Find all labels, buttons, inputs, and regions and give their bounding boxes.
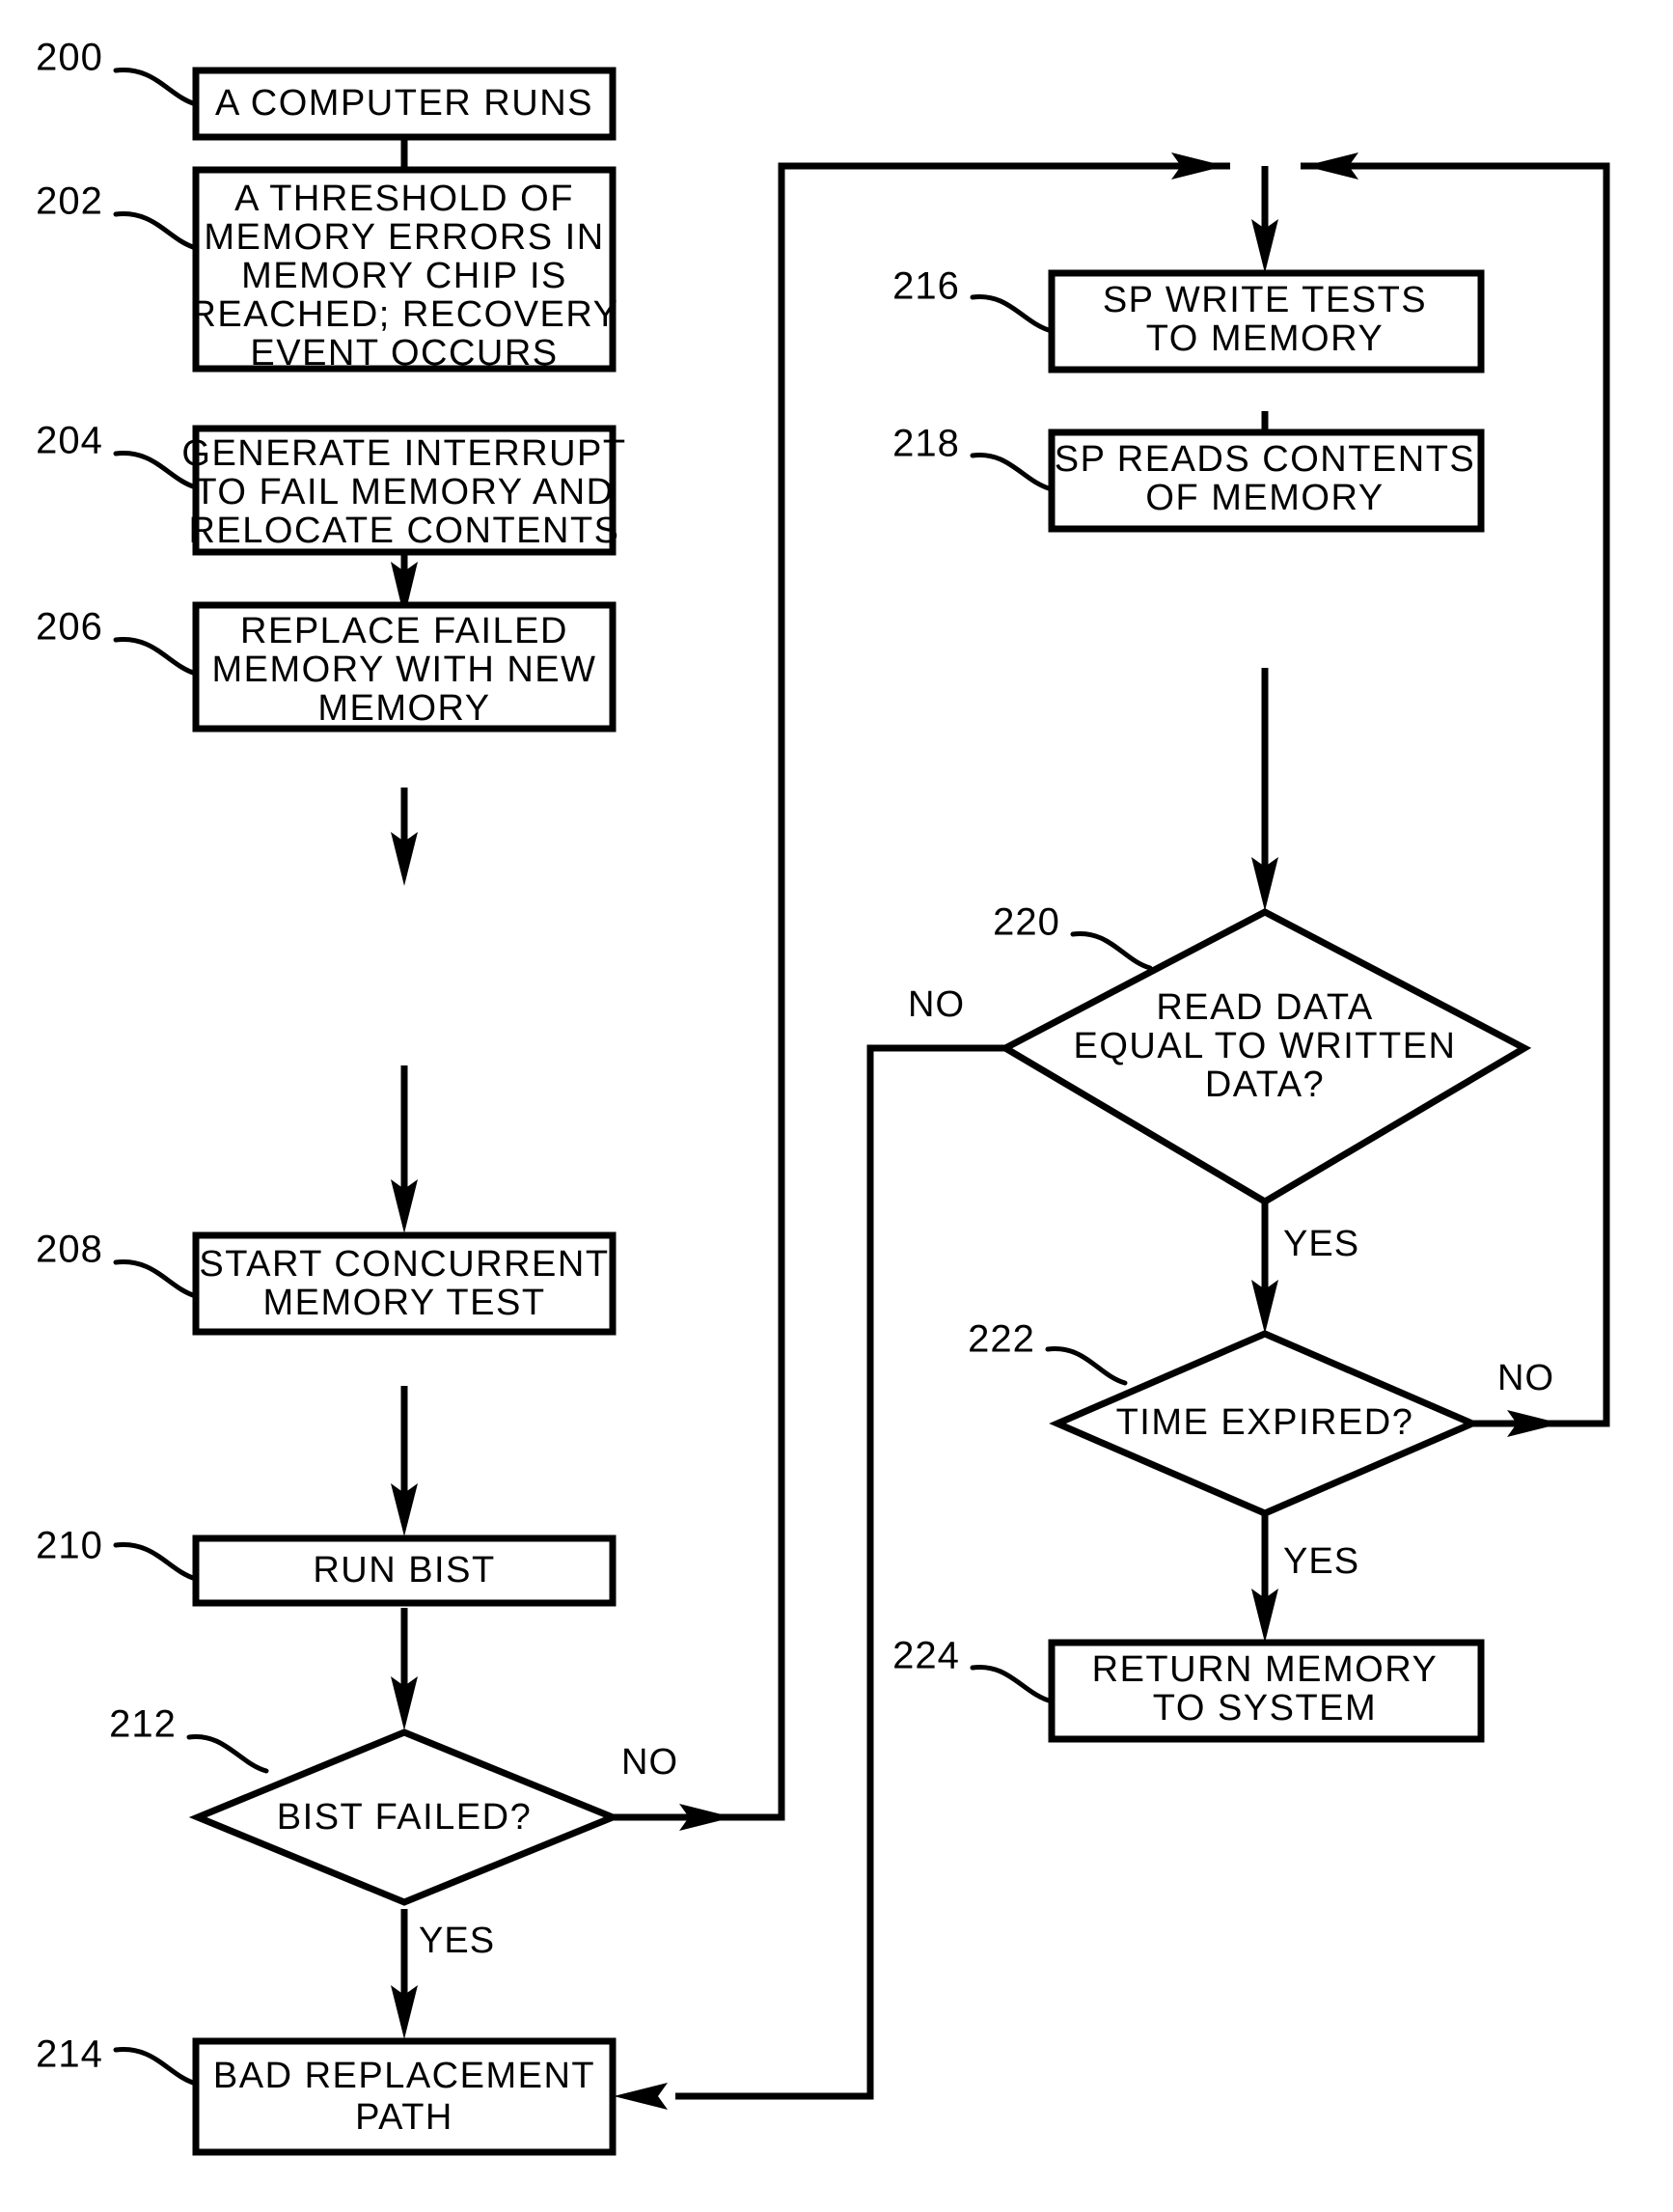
node-204-line-2: RELOCATE CONTENTS [188,511,619,551]
ref-number-214: 214 [36,2033,103,2076]
edge-label-read-data-yes: YES [1283,1224,1359,1264]
leader-200 [113,68,199,107]
ref-number-218: 218 [892,423,960,465]
node-214-line-0: BAD REPLACEMENT [213,2056,595,2096]
ref-number-200: 200 [36,37,103,79]
ref-number-216: 216 [892,265,960,308]
ref-number-206: 206 [36,606,103,649]
edge-label-read-data-no: NO [908,984,965,1025]
node-202-line-2: MEMORY CHIP IS [241,256,567,296]
ref-number-220: 220 [993,901,1060,944]
leader-208 [113,1259,199,1299]
leader-202 [113,211,199,251]
node-204-line-0: GENERATE INTERRUPT [181,433,626,474]
node-218-line-1: OF MEMORY [1145,478,1384,518]
node-206-line-0: REPLACE FAILED [240,611,568,651]
node-202-line-0: A THRESHOLD OF [234,179,574,219]
ref-number-204: 204 [36,420,103,462]
node-206-line-1: MEMORY WITH NEW [212,650,597,690]
node-218-line-0: SP READS CONTENTS [1055,439,1476,480]
leader-222 [1045,1346,1128,1386]
ref-number-224: 224 [892,1635,960,1677]
flowchart-canvas: A COMPUTER RUNS A THRESHOLD OF MEMORY ER… [36,37,1610,2156]
node-202-line-3: REACHED; RECOVERY [189,294,618,335]
flowchart-page: A COMPUTER RUNS A THRESHOLD OF MEMORY ER… [0,0,1673,2212]
leader-212 [186,1734,269,1774]
ref-number-222: 222 [968,1318,1035,1361]
node-210-line-0: RUN BIST [313,1550,495,1590]
leader-216 [970,294,1055,334]
node-216-line-0: SP WRITE TESTS [1103,280,1427,320]
node-212-line-0: BIST FAILED? [277,1797,532,1838]
leader-210 [113,1542,199,1582]
node-224-line-1: TO SYSTEM [1153,1688,1377,1728]
node-220-line-1: EQUAL TO WRITTEN [1073,1026,1456,1066]
node-216-line-1: TO MEMORY [1146,318,1384,359]
leader-224 [970,1665,1055,1704]
leader-218 [970,453,1055,492]
node-208-line-1: MEMORY TEST [262,1283,545,1323]
leader-214 [113,2047,199,2087]
node-220-line-0: READ DATA [1156,987,1373,1028]
ref-number-210: 210 [36,1525,103,1567]
edge-label-bist-failed-yes: YES [419,1921,495,1961]
node-202-line-1: MEMORY ERRORS IN [204,217,604,258]
node-214-line-1: PATH [355,2097,453,2138]
node-200-line-0: A COMPUTER RUNS [215,83,593,124]
leader-220 [1070,931,1153,971]
node-220-line-2: DATA? [1205,1065,1325,1105]
node-222-line-0: TIME EXPIRED? [1116,1402,1414,1443]
ref-number-202: 202 [36,180,103,223]
ref-number-212: 212 [109,1703,177,1746]
edge-220-no-to-214 [675,1044,1005,2100]
node-224-line-0: RETURN MEMORY [1092,1649,1439,1690]
edge-label-bist-failed-no: NO [621,1742,678,1783]
arrowhead-220-no-into-214 [614,2083,668,2110]
node-208-line-0: START CONCURRENT [199,1244,609,1285]
ref-number-208: 208 [36,1229,103,1271]
leader-206 [113,637,199,677]
node-202-line-4: EVENT OCCURS [250,333,558,373]
node-206-line-2: MEMORY [317,688,490,729]
edge-label-time-expired-no: NO [1497,1358,1554,1398]
edge-label-time-expired-yes: YES [1283,1541,1359,1582]
node-204-line-1: TO FAIL MEMORY AND [194,472,614,512]
